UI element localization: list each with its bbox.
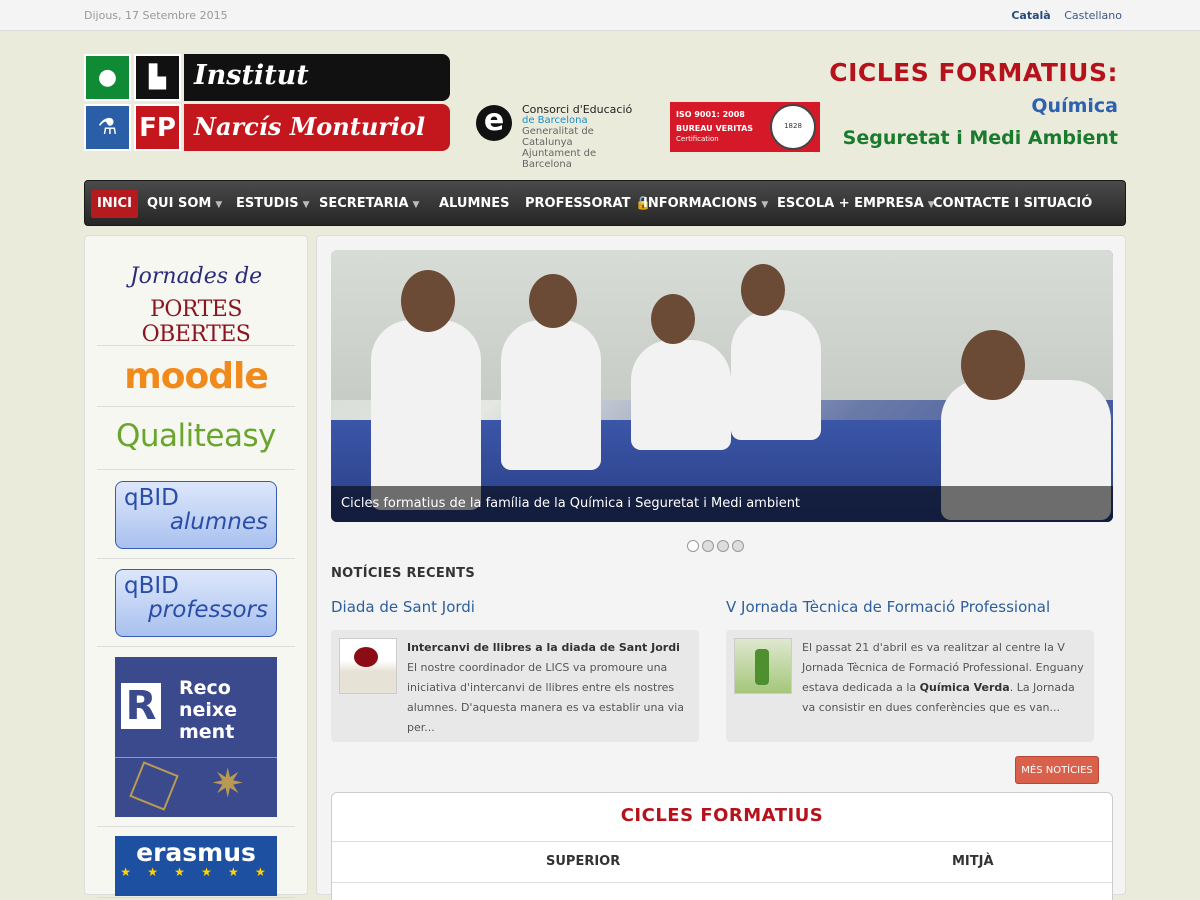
cicles-formatius-panel: CICLES FORMATIUS SUPERIOR MITJÀ xyxy=(331,792,1113,900)
nav-item-escola-empresa[interactable]: ESCOLA + EMPRESA ▼ xyxy=(771,190,941,218)
iso-line2: BUREAU VERITAS xyxy=(676,124,754,133)
moodle-logo: moodle xyxy=(124,356,269,397)
chevron-down-icon: ▼ xyxy=(761,200,769,210)
header-title: CICLES FORMATIUS: xyxy=(829,58,1118,87)
bureau-veritas-seal-icon: 1828 xyxy=(770,104,816,150)
banner-erasmus[interactable]: erasmus ★ ★ ★ ★ ★ ★ xyxy=(97,828,295,898)
news-thumbnail[interactable] xyxy=(734,638,792,694)
news-section-title: NOTÍCIES RECENTS xyxy=(331,566,476,581)
qualiteasy-logo: Qualiteasy xyxy=(116,418,277,454)
photo-student-1 xyxy=(371,320,481,510)
news-item: V Jornada Tècnica de Formació Profession… xyxy=(726,598,1094,742)
photo-head-5 xyxy=(961,330,1025,400)
news-title-link[interactable]: Diada de Sant Jordi xyxy=(331,598,699,616)
top-bar: Dijous, 17 Setembre 2015 Català Castella… xyxy=(0,0,1200,31)
sidebar: Jornades de PORTES OBERTES moodle Qualit… xyxy=(84,235,308,898)
qbid-label: qBID xyxy=(124,573,179,599)
header-sub-quimica: Química xyxy=(1031,95,1118,117)
jornades-line2: PORTES OBERTES xyxy=(141,297,251,347)
photo-head-2 xyxy=(529,274,577,328)
tab-mitja[interactable]: MITJÀ xyxy=(952,854,994,869)
main-navigation: INICI QUI SOM ▼ ESTUDIS ▼ SECRETARIA ▼ ALUM… xyxy=(84,180,1126,226)
photo-student-3 xyxy=(631,340,731,450)
logo-line-name: Narcís Monturiol xyxy=(184,104,450,151)
iso-line3: Certification xyxy=(676,135,719,143)
banner-qbid-alumnes[interactable]: qBID alumnes xyxy=(97,471,295,559)
more-news-button[interactable]: MÉS NOTÍCIES xyxy=(1015,756,1099,784)
consorci-line4: Ajuntament de Barcelona xyxy=(522,148,597,170)
news-card: Intercanvi de llibres a la diada de Sant… xyxy=(331,630,699,742)
photo-student-4 xyxy=(731,310,821,440)
header-cicles-title: CICLES FORMATIUS: Química Seguretat i Me… xyxy=(829,58,1118,149)
nav-item-qui-som[interactable]: QUI SOM ▼ xyxy=(141,190,228,218)
language-switcher: Català Castellano xyxy=(1001,9,1122,22)
consorci-line2: de Barcelona xyxy=(522,115,588,126)
nav-item-contacte[interactable]: CONTACTE I SITUACIÓ xyxy=(927,190,1098,218)
factory-icon: ▙ xyxy=(134,54,181,101)
nav-item-secretaria[interactable]: SECRETARIA ▼ xyxy=(313,190,425,218)
nav-item-inici[interactable]: INICI xyxy=(91,190,138,218)
consorci-logo[interactable]: e Consorci d'Educació de Barcelona Gener… xyxy=(476,102,646,170)
reconeixement-r-mark: R xyxy=(121,683,161,729)
logo-line-institut: Institut xyxy=(184,54,450,101)
star-ornament-icon: ✷ xyxy=(211,761,245,807)
chevron-down-icon: ▼ xyxy=(412,200,420,210)
slider-dot[interactable] xyxy=(687,540,699,552)
slider-caption: Cicles formatius de la família de la Quí… xyxy=(331,486,1113,522)
banner-qualiteasy[interactable]: Qualiteasy xyxy=(97,408,295,470)
consorci-line3: Generalitat de Catalunya xyxy=(522,126,594,148)
banner-reconeixement[interactable]: R Reco neixe ment ✷ xyxy=(97,647,295,827)
qbid-sub-label: professors xyxy=(148,597,268,623)
iso-certification-badge[interactable]: ISO 9001: 2008 BUREAU VERITAS Certificat… xyxy=(670,102,820,152)
nav-item-informacions[interactable]: INFORMACIONS ▼ xyxy=(637,190,774,218)
slider-dot[interactable] xyxy=(732,540,744,552)
eu-stars-icon: ★ ★ ★ ★ ★ ★ xyxy=(120,865,272,879)
erasmus-logo: erasmus ★ ★ ★ ★ ★ ★ xyxy=(115,836,277,896)
photo-head-1 xyxy=(401,270,455,332)
logo-fp-label: FP xyxy=(134,104,181,151)
banner-qbid-professors[interactable]: qBID professors xyxy=(97,559,295,647)
chevron-down-icon: ▼ xyxy=(215,200,223,210)
photo-head-3 xyxy=(651,294,695,344)
lang-castellano-link[interactable]: Castellano xyxy=(1064,9,1122,22)
nav-item-alumnes[interactable]: ALUMNES xyxy=(433,190,516,218)
banner-portes-obertes[interactable]: Jornades de PORTES OBERTES xyxy=(97,264,295,347)
news-thumbnail[interactable] xyxy=(339,638,397,694)
cicles-panel-title: CICLES FORMATIUS xyxy=(620,805,824,826)
flask-icon: ⚗ xyxy=(84,104,131,151)
nav-item-estudis[interactable]: ESTUDIS ▼ xyxy=(230,190,316,218)
news-card: El passat 21 d'abril es va realitzar al … xyxy=(726,630,1094,742)
erasmus-label: erasmus xyxy=(136,838,256,867)
header-sub-seguretat: Seguretat i Medi Ambient xyxy=(842,127,1118,149)
jornades-line1: Jornades de xyxy=(129,264,263,289)
reconeixement-logo: R Reco neixe ment ✷ xyxy=(115,657,277,817)
chevron-down-icon: ▼ xyxy=(302,200,310,210)
qbid-professors-button[interactable]: qBID professors xyxy=(115,569,277,637)
reconeixement-text: Reco neixe ment xyxy=(179,677,238,743)
lang-catala-link[interactable]: Català xyxy=(1011,9,1050,22)
globe-apple-icon: ● xyxy=(84,54,131,101)
qbid-label: qBID xyxy=(124,485,179,511)
tab-superior[interactable]: SUPERIOR xyxy=(546,854,620,869)
current-date: Dijous, 17 Setembre 2015 xyxy=(84,9,228,22)
consorci-e-icon: e xyxy=(476,105,512,141)
photo-student-2 xyxy=(501,320,601,470)
image-slider[interactable]: Cicles formatius de la família de la Quí… xyxy=(331,250,1113,522)
iso-line1: ISO 9001: 2008 xyxy=(676,110,745,119)
news-item: Diada de Sant Jordi Intercanvi de llibre… xyxy=(331,598,699,742)
slider-dot[interactable] xyxy=(702,540,714,552)
news-title-link[interactable]: V Jornada Tècnica de Formació Profession… xyxy=(726,598,1094,616)
photo-head-4 xyxy=(741,264,785,316)
slider-pagination xyxy=(687,537,747,556)
cicles-tabs-row: SUPERIOR MITJÀ xyxy=(332,841,1112,883)
main-content: Cicles formatius de la família de la Quí… xyxy=(316,235,1126,900)
qbid-sub-label: alumnes xyxy=(169,509,268,535)
consorci-line1: Consorci d'Educació xyxy=(522,103,633,116)
banner-moodle[interactable]: moodle xyxy=(97,347,295,407)
slider-dot[interactable] xyxy=(717,540,729,552)
qbid-alumnes-button[interactable]: qBID alumnes xyxy=(115,481,277,549)
site-logo[interactable]: ● ▙ ⚗ FP Institut Narcís Monturiol xyxy=(84,54,450,152)
